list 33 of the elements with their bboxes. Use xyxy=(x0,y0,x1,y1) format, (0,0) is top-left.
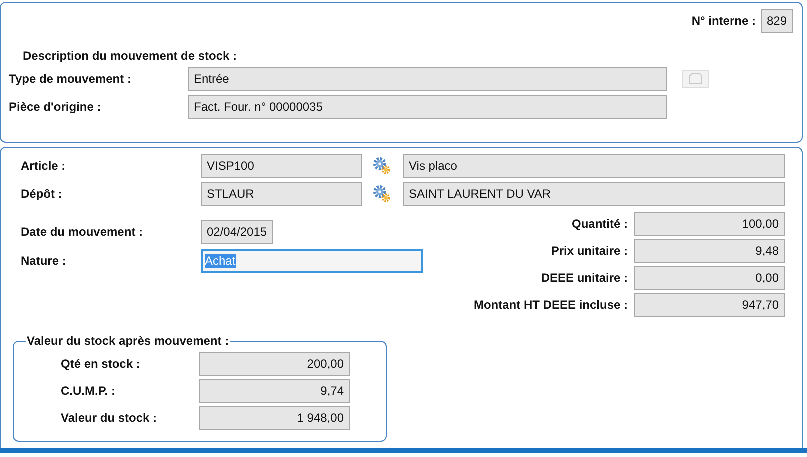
field-label: Type de mouvement : xyxy=(9,72,132,86)
input-field[interactable]: 0,00 xyxy=(634,266,785,290)
field-label: Article : xyxy=(21,159,67,173)
field-label: Quantité : xyxy=(572,217,628,231)
field-label: Nature : xyxy=(21,254,68,268)
input-field[interactable]: VISP100 xyxy=(201,154,362,178)
section-title: Description du mouvement de stock : xyxy=(23,49,238,63)
field-label: Montant HT DEEE incluse : xyxy=(474,298,628,312)
gear-icon[interactable] xyxy=(373,185,391,203)
input-field[interactable]: 9,48 xyxy=(634,239,785,263)
input-field[interactable]: STLAUR xyxy=(201,182,362,206)
field-label: Date du mouvement : xyxy=(21,225,144,239)
field-label: Valeur du stock : xyxy=(61,411,158,425)
gear-icon[interactable] xyxy=(373,157,391,175)
field-label: DEEE unitaire : xyxy=(541,271,628,285)
field-label: N° interne : xyxy=(692,14,756,28)
input-field[interactable]: 100,00 xyxy=(634,212,785,236)
input-field[interactable]: SAINT LAURENT DU VAR xyxy=(403,182,785,206)
input-field[interactable]: Vis placo xyxy=(403,154,785,178)
field-label: C.U.M.P. : xyxy=(61,384,116,398)
field-label: Dépôt : xyxy=(21,187,64,201)
field-label: Prix unitaire : xyxy=(551,244,628,258)
input-field[interactable]: 829 xyxy=(760,9,793,33)
input-field[interactable]: 947,70 xyxy=(634,293,785,317)
date-field[interactable]: 02/04/2015 xyxy=(201,220,274,244)
input-field[interactable]: Fact. Four. n° 00000035 xyxy=(188,95,667,119)
field-label: Pièce d'origine : xyxy=(9,100,102,114)
field-label: Qté en stock : xyxy=(61,357,142,371)
input-field[interactable]: 200,00 xyxy=(199,352,350,376)
group-title: Valeur du stock après mouvement : xyxy=(26,334,230,348)
input-field[interactable]: Entrée xyxy=(188,67,667,91)
input-field[interactable]: 1 948,00 xyxy=(199,406,350,430)
input-field[interactable]: 9,74 xyxy=(199,379,350,403)
